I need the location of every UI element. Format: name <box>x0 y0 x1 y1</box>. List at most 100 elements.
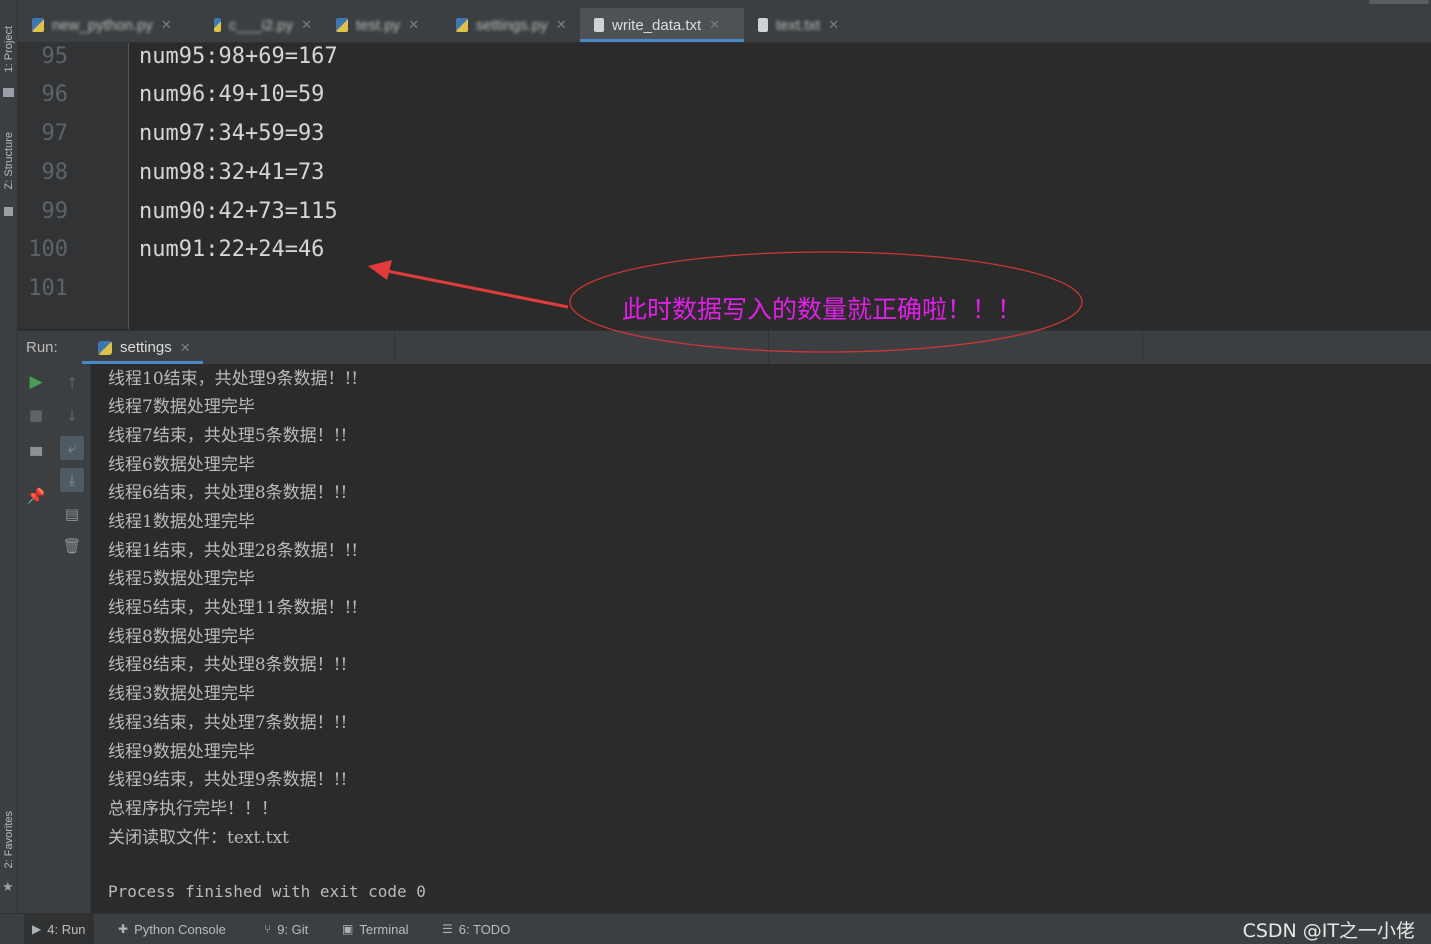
down-arrow-icon[interactable]: ↓ <box>60 404 84 428</box>
console-line: 线程5数据处理完毕 <box>108 569 255 589</box>
python-file-icon <box>456 18 468 32</box>
python-console-label: Python Console <box>134 921 226 937</box>
close-icon[interactable]: ✕ <box>556 17 567 33</box>
console-line: 线程7结束，共处理5条数据！!! <box>108 426 348 446</box>
python-file-icon <box>32 18 44 32</box>
star-icon: ★ <box>2 880 14 895</box>
git-tool-button[interactable]: ⑂ 9: Git <box>264 914 308 944</box>
run-bar-divider <box>768 330 769 363</box>
run-tool-window-header: Run: settings ✕ <box>18 330 1431 365</box>
code-line[interactable]: num90:42+73=115 <box>139 199 338 224</box>
code-line[interactable]: num91:22+24=46 <box>139 237 324 262</box>
folder-icon <box>3 88 14 97</box>
console-line: 线程9结束，共处理9条数据！!! <box>108 770 348 790</box>
tab-python-3[interactable]: test.py ✕ <box>322 8 442 42</box>
csdn-watermark: CSDN @IT之一小佬 <box>1242 919 1415 942</box>
tab-write-data[interactable]: write_data.txt ✕ <box>580 8 744 42</box>
console-line: 线程8数据处理完毕 <box>108 627 255 647</box>
print-icon[interactable]: ▤ <box>60 502 84 526</box>
structure-tool-tab[interactable]: Z: Structure <box>0 120 17 202</box>
tab-settings-py[interactable]: settings.py ✕ <box>442 8 580 42</box>
line-number: 100 <box>28 237 68 262</box>
console-line: 线程6数据处理完毕 <box>108 455 255 475</box>
layout-icon[interactable]: ▀ <box>24 444 48 468</box>
code-line[interactable]: num98:32+41=73 <box>139 160 324 185</box>
console-line: 线程10结束，共处理9条数据！!! <box>108 369 359 389</box>
rerun-icon[interactable]: ▶ <box>24 370 48 394</box>
run-toolbar-secondary: ↑ ↓ ⤶ ⤓ ▤ 🗑 <box>54 364 91 913</box>
python-console-button[interactable]: ✚ Python Console <box>118 914 226 944</box>
run-bar-divider <box>394 330 395 363</box>
run-tab-settings[interactable]: settings ✕ <box>82 331 203 364</box>
tab-label: write_data.txt <box>612 16 702 34</box>
close-icon[interactable]: ✕ <box>161 17 172 33</box>
console-exit-line: Process finished with exit code 0 <box>108 882 426 901</box>
tab-label: settings.py <box>476 16 548 34</box>
git-icon: ⑂ <box>264 922 272 936</box>
close-icon[interactable]: ✕ <box>709 17 720 33</box>
code-line[interactable]: num95:98+69=167 <box>139 44 338 69</box>
tab-label: text.txt <box>776 16 821 34</box>
line-number: 95 <box>41 44 69 69</box>
pin-icon[interactable]: 📌 <box>24 484 48 508</box>
bottom-tool-bar: ▶ 4: Run ✚ Python Console ⑂ 9: Git ▣ Ter… <box>0 913 1431 944</box>
console-line: 线程3数据处理完毕 <box>108 684 255 704</box>
text-file-icon <box>758 18 768 32</box>
structure-icon <box>4 207 13 216</box>
code-line[interactable]: num97:34+59=93 <box>139 121 324 146</box>
trash-icon[interactable]: 🗑 <box>60 534 84 558</box>
code-line[interactable]: num96:49+10=59 <box>139 82 324 107</box>
tab-scroll-indicator[interactable] <box>1369 0 1429 4</box>
close-icon[interactable]: ✕ <box>180 340 191 356</box>
up-arrow-icon[interactable]: ↑ <box>60 371 84 395</box>
tab-new-python[interactable]: new_python.py ✕ <box>18 8 200 42</box>
line-number: 96 <box>41 82 69 107</box>
annotation-text: 此时数据写入的数量就正确啦！！！ <box>622 295 1023 324</box>
run-bar-divider <box>1142 330 1143 363</box>
line-number: 98 <box>41 160 69 185</box>
console-line: 线程7数据处理完毕 <box>108 397 255 417</box>
todo-tool-button[interactable]: ☰ 6: TODO <box>442 914 510 944</box>
soft-wrap-icon[interactable]: ⤶ <box>60 436 84 460</box>
left-tool-strip: 1: Project Z: Structure 2: Favorites ★ <box>0 0 18 943</box>
run-tool-button[interactable]: ▶ 4: Run <box>24 914 94 944</box>
git-tool-label: 9: Git <box>277 921 309 937</box>
favorites-tool-label: 2: Favorites <box>2 811 15 869</box>
scroll-to-end-icon[interactable]: ⤓ <box>60 468 84 492</box>
terminal-tool-button[interactable]: ▣ Terminal <box>342 914 408 944</box>
terminal-tool-label: Terminal <box>359 921 409 937</box>
close-icon[interactable]: ✕ <box>828 17 839 33</box>
editor-tab-bar: new_python.py ✕ c___i2.py ✕ test.py ✕ se… <box>18 8 1431 43</box>
run-toolbar-primary: ▶ ■ ▀ 📌 <box>18 364 54 913</box>
console-line: 线程1数据处理完毕 <box>108 512 255 532</box>
run-label: Run: <box>26 339 58 356</box>
window-top-strip <box>18 0 1431 8</box>
line-number-gutter: 95 96 97 98 99 100 101 <box>18 43 129 329</box>
code-editor[interactable]: 95 96 97 98 99 100 101 num95:98+69=167 n… <box>18 43 1431 329</box>
run-tool-label: 4: Run <box>47 921 86 937</box>
stop-icon[interactable]: ■ <box>24 403 48 427</box>
run-console-output[interactable]: 线程10结束，共处理9条数据！!! 线程7数据处理完毕 线程7结束，共处理5条数… <box>91 364 1431 913</box>
console-line: 线程6结束，共处理8条数据！!! <box>108 483 348 503</box>
favorites-tool-tab[interactable]: 2: Favorites <box>0 800 17 880</box>
line-number: 97 <box>41 121 69 146</box>
project-tool-tab[interactable]: 1: Project <box>0 14 17 84</box>
python-icon <box>98 340 112 355</box>
run-tab-label: settings <box>120 339 172 356</box>
tab-text-txt[interactable]: text.txt ✕ <box>744 8 858 42</box>
console-line: 线程3结束，共处理7条数据！!! <box>108 713 348 733</box>
tab-label: c___i2.py <box>228 16 294 34</box>
todo-tool-label: 6: TODO <box>458 921 511 937</box>
tab-label: new_python.py <box>52 16 153 34</box>
close-icon[interactable]: ✕ <box>301 17 312 33</box>
tab-label: test.py <box>356 16 401 34</box>
tab-python-2[interactable]: c___i2.py ✕ <box>200 8 322 42</box>
python-icon: ✚ <box>118 922 129 936</box>
text-file-icon <box>594 18 604 32</box>
console-line: 总程序执行完毕！！！ <box>108 799 278 819</box>
console-line: 线程9数据处理完毕 <box>108 742 255 762</box>
console-line: 线程8结束，共处理8条数据！!! <box>108 655 348 675</box>
python-file-icon <box>336 18 348 32</box>
close-icon[interactable]: ✕ <box>408 17 419 33</box>
python-file-icon <box>214 18 221 32</box>
